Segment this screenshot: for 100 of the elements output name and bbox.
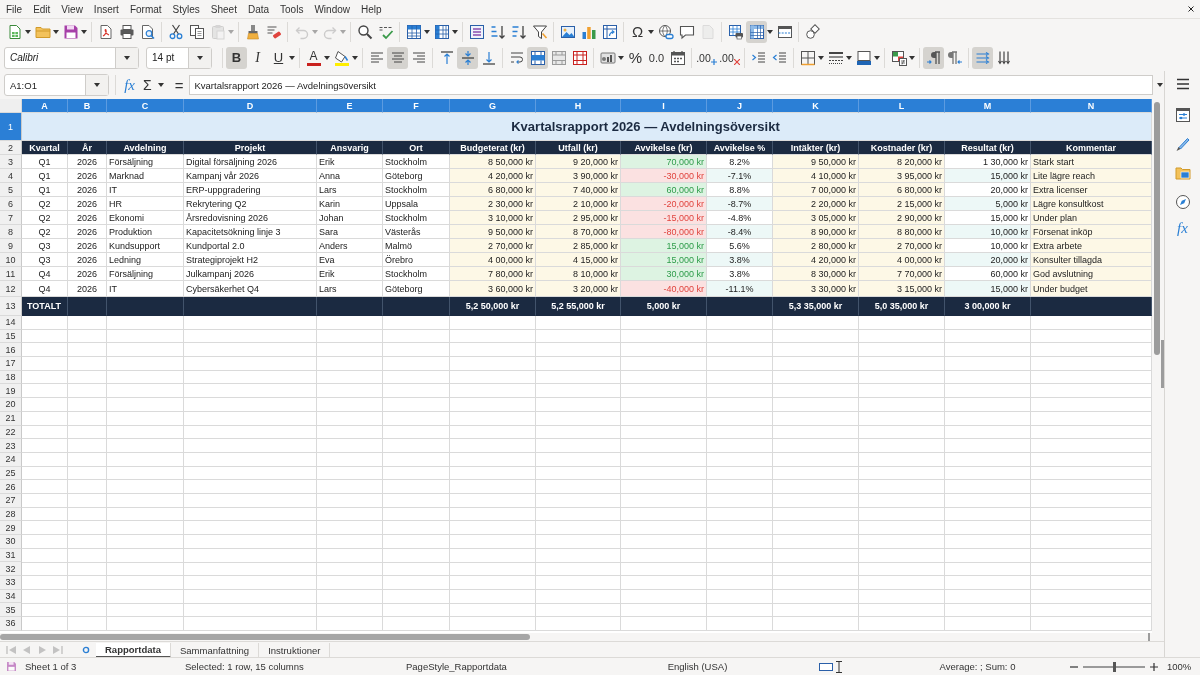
freeze-button[interactable]	[746, 20, 767, 43]
name-box[interactable]: A1:O1	[4, 74, 110, 96]
percent-button[interactable]: %	[625, 46, 646, 69]
menu-item[interactable]: File	[6, 3, 23, 15]
currency-icon[interactable]	[599, 49, 616, 66]
conditional-format-icon[interactable]	[890, 49, 907, 66]
menu-item[interactable]: Styles	[172, 3, 200, 15]
menu-item[interactable]: Edit	[33, 3, 51, 15]
row-header[interactable]: 36	[0, 617, 22, 631]
compass-icon[interactable]	[1174, 194, 1191, 210]
speech-bubble-icon[interactable]	[678, 23, 695, 40]
dropdown-caret-icon[interactable]	[818, 55, 824, 60]
dropdown-caret-icon[interactable]	[352, 55, 358, 60]
close-icon[interactable]	[1187, 5, 1195, 13]
column-header[interactable]: G	[450, 99, 536, 113]
row-header[interactable]: 29	[0, 521, 22, 535]
menu-icon[interactable]	[1174, 76, 1191, 92]
borders-icon[interactable]	[799, 49, 816, 66]
dropdown-caret-icon[interactable]	[81, 29, 87, 34]
sort-descending-icon[interactable]	[510, 23, 527, 40]
calendar-icon[interactable]	[669, 49, 686, 66]
sum-button[interactable]: Σ	[141, 77, 154, 93]
row-header[interactable]: 9	[0, 239, 22, 253]
column-header[interactable]: L	[859, 99, 945, 113]
table-rows-icon[interactable]	[405, 23, 422, 40]
sheet-tab[interactable]: Rapportdata	[96, 642, 171, 658]
dropdown-caret-icon[interactable]	[767, 29, 773, 34]
row-header[interactable]: 26	[0, 480, 22, 494]
font-size-field[interactable]: 14 pt	[146, 46, 212, 69]
row-header[interactable]: 19	[0, 384, 22, 399]
dropdown-caret-icon[interactable]	[289, 55, 295, 60]
menu-item[interactable]: Insert	[93, 3, 119, 15]
picture-icon[interactable]	[559, 23, 576, 40]
dropdown-caret-icon[interactable]	[196, 55, 203, 60]
row-header[interactable]: 20	[0, 398, 22, 412]
italic-button[interactable]: I	[247, 46, 268, 69]
sidebar-collapse-handle[interactable]	[1161, 340, 1164, 388]
menu-item[interactable]: Sheet	[210, 3, 237, 15]
row-header[interactable]: 1	[0, 113, 22, 141]
row-header[interactable]: 6	[0, 197, 22, 211]
split-window-icon[interactable]	[776, 23, 793, 40]
dropdown-caret-icon[interactable]	[93, 83, 100, 87]
scrollbar-thumb[interactable]	[1154, 102, 1160, 355]
plus-icon[interactable]	[1150, 662, 1158, 671]
document-magnifier-icon[interactable]	[139, 23, 156, 40]
merge-center-button[interactable]	[527, 46, 548, 69]
ring-icon[interactable]	[82, 646, 90, 654]
row-header[interactable]: 17	[0, 357, 22, 371]
dropdown-caret-icon[interactable]	[324, 55, 330, 60]
row-header[interactable]: 35	[0, 603, 22, 618]
dropdown-caret-icon[interactable]	[452, 29, 458, 34]
row-header[interactable]: 8	[0, 225, 22, 239]
clipboard-icon[interactable]	[209, 23, 226, 40]
row-header[interactable]: 12	[0, 281, 22, 297]
globe-chain-icon[interactable]	[657, 23, 674, 40]
delete-decimal-button[interactable]: .00	[718, 46, 741, 69]
table-arrow-icon[interactable]	[601, 23, 618, 40]
spreadsheet-document-icon[interactable]	[6, 23, 23, 40]
column-header[interactable]: J	[707, 99, 773, 113]
column-header[interactable]: B	[68, 99, 107, 113]
formula-input-field[interactable]: Kvartalsrapport 2026 — Avdelningsöversikt	[189, 75, 1153, 95]
line-style-icon[interactable]	[827, 49, 844, 66]
column-header[interactable]: M	[945, 99, 1031, 113]
skip-start-icon[interactable]	[6, 645, 18, 655]
menu-item[interactable]: Window	[314, 3, 350, 15]
row-header[interactable]: 5	[0, 183, 22, 197]
horizontal-text-button[interactable]	[972, 46, 993, 69]
menu-item[interactable]: Help	[361, 3, 382, 15]
dropdown-caret-icon[interactable]	[618, 55, 624, 60]
dropdown-caret-icon[interactable]	[648, 29, 654, 34]
column-header[interactable]: H	[536, 99, 621, 113]
dropdown-caret-icon[interactable]	[909, 55, 915, 60]
menu-item[interactable]: Tools	[280, 3, 304, 15]
column-header[interactable]: C	[107, 99, 184, 113]
special-character-button[interactable]: Ω	[627, 20, 648, 43]
column-header[interactable]: I	[621, 99, 707, 113]
paint-bucket-icon[interactable]	[333, 49, 350, 66]
menu-item[interactable]: Format	[129, 3, 162, 15]
font-name-field[interactable]: Calibri	[4, 46, 139, 69]
folder-picture-icon[interactable]	[1174, 165, 1191, 181]
align-middle-button[interactable]	[457, 46, 478, 69]
zoom-percentage[interactable]: 100%	[1167, 661, 1192, 672]
align-center-button[interactable]	[387, 46, 408, 69]
dropdown-caret-icon[interactable]	[123, 55, 130, 60]
column-header[interactable]: A	[22, 99, 68, 113]
left-to-right-button[interactable]	[923, 46, 944, 69]
dropdown-caret-icon[interactable]	[424, 29, 430, 34]
table-columns-icon[interactable]	[433, 23, 450, 40]
paintbrush-icon[interactable]	[244, 23, 261, 40]
dropdown-caret-icon[interactable]	[25, 29, 31, 34]
row-header[interactable]: 4	[0, 169, 22, 183]
scrollbar-thumb[interactable]	[0, 634, 530, 640]
font-color-button[interactable]: A	[303, 46, 324, 69]
row-header[interactable]: 23	[0, 439, 22, 453]
add-decimal-button[interactable]: .00	[695, 46, 718, 69]
row-header[interactable]: 32	[0, 562, 22, 577]
column-header[interactable]: F	[383, 99, 450, 113]
row-header[interactable]: 3	[0, 155, 22, 169]
column-header[interactable]: D	[184, 99, 317, 113]
row-header[interactable]: 33	[0, 576, 22, 590]
